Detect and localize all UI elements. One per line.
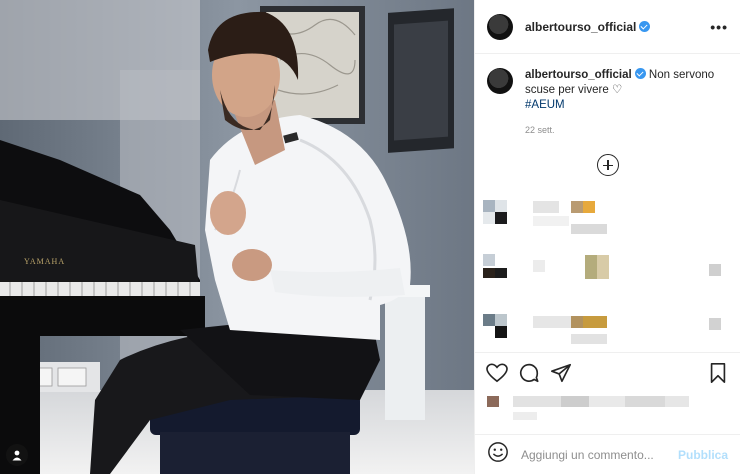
- add-comment-bar: Pubblica: [475, 434, 740, 474]
- list-item: [475, 196, 740, 252]
- caption-text: albertourso_official Non servono scuse p…: [525, 68, 728, 138]
- piano-brand: YAMAHA: [24, 257, 65, 266]
- post-actions: [475, 352, 740, 392]
- avatar[interactable]: [487, 13, 513, 40]
- user-tag-icon[interactable]: [6, 444, 28, 466]
- header-username[interactable]: albertourso_official: [525, 20, 651, 34]
- bookmark-icon[interactable]: [706, 361, 730, 385]
- caption-verified-badge-icon: [634, 68, 646, 79]
- heart-icon[interactable]: [485, 361, 509, 385]
- comments-list: [475, 196, 740, 364]
- heart-emoji: ♡: [611, 84, 623, 96]
- publish-button[interactable]: Pubblica: [678, 448, 728, 462]
- load-more-icon[interactable]: [596, 154, 619, 176]
- list-item: [475, 252, 740, 308]
- comment-icon[interactable]: [517, 361, 541, 385]
- caption-hashtag[interactable]: #AEUM: [525, 99, 565, 111]
- photo-scene: YAMAHA: [0, 0, 474, 474]
- caption-avatar[interactable]: [487, 68, 513, 94]
- emoji-icon[interactable]: [487, 441, 509, 468]
- more-options-icon[interactable]: •••: [710, 19, 728, 35]
- share-icon[interactable]: [549, 361, 573, 385]
- verified-badge-icon: [639, 20, 651, 32]
- comment-input[interactable]: [521, 447, 671, 462]
- post-photo[interactable]: YAMAHA: [0, 0, 474, 474]
- post-date[interactable]: 22 sett.: [525, 123, 728, 138]
- header-username-text[interactable]: albertourso_official: [525, 20, 636, 34]
- post-sidebar: albertourso_official ••• albertourso_off…: [474, 0, 740, 474]
- caption-username[interactable]: albertourso_official: [525, 69, 632, 81]
- post-header: albertourso_official •••: [475, 0, 740, 54]
- caption: albertourso_official Non servono scuse p…: [475, 54, 740, 138]
